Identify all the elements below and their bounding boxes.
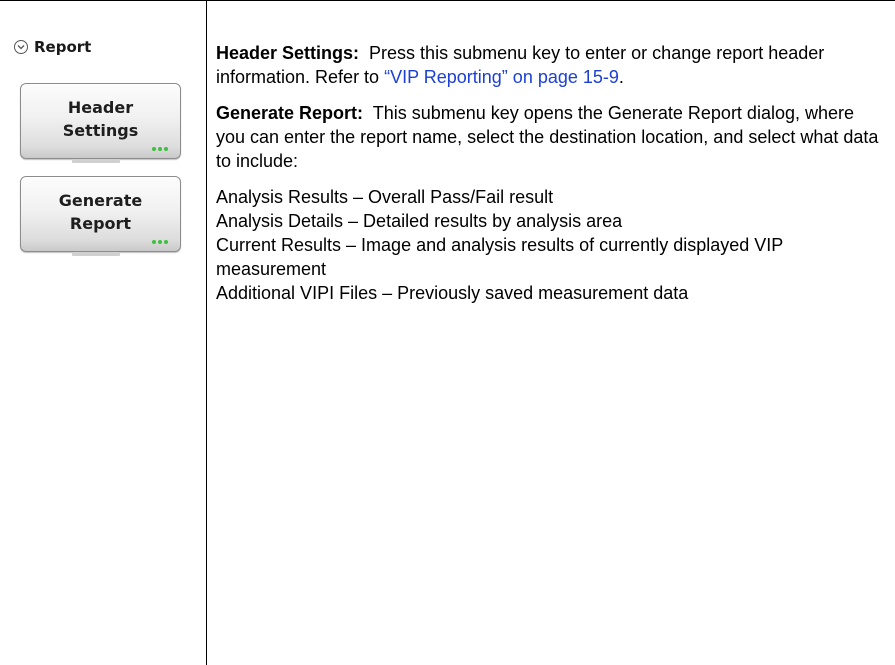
key-separator (72, 159, 120, 163)
description-text: Header Settings: Press this submenu key … (216, 41, 884, 305)
report-menu-header[interactable]: Report (14, 38, 91, 56)
header-settings-description: Header Settings: Press this submenu key … (216, 43, 830, 87)
more-dots-icon (150, 240, 168, 244)
header-settings-button[interactable]: Header Settings (20, 83, 181, 159)
button-label: Generate Report (58, 191, 143, 233)
list-item: Analysis Details – Detailed results by a… (216, 211, 623, 231)
more-dots-icon (150, 147, 168, 151)
key-separator (72, 252, 120, 256)
data-options-list: Analysis Results – Overall Pass/Fail res… (216, 185, 884, 305)
term-generate-report: Generate Report: (216, 103, 364, 123)
column-divider (206, 0, 207, 665)
chevron-down-circle-icon (14, 40, 28, 54)
generate-report-description: Generate Report: This submenu key opens … (216, 103, 884, 171)
menu-title: Report (34, 38, 92, 56)
top-rule (0, 0, 895, 1)
button-label: Header Settings (62, 98, 139, 140)
generate-report-button[interactable]: Generate Report (20, 176, 181, 252)
vip-reporting-link[interactable]: “VIP Reporting” on page 15-9 (384, 67, 619, 87)
list-item: Additional VIPI Files – Previously saved… (216, 283, 689, 303)
list-item: Analysis Results – Overall Pass/Fail res… (216, 187, 554, 207)
term-header-settings: Header Settings: (216, 43, 360, 63)
list-item: Current Results – Image and analysis res… (216, 235, 783, 279)
